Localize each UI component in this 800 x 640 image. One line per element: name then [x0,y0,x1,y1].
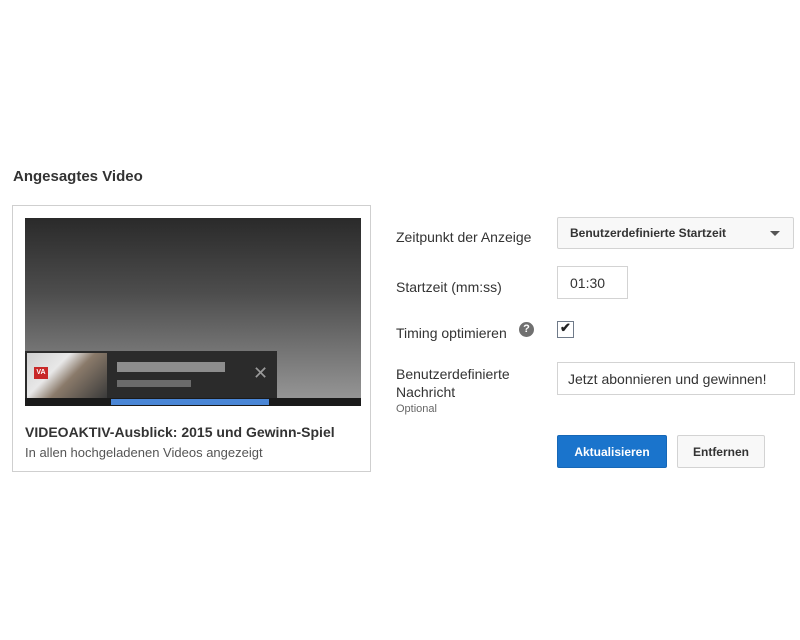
section-title: Angesagtes Video [13,168,143,185]
update-button[interactable]: Aktualisieren [557,435,667,468]
video-preview-card: VA ✕ VIDEOAKTIV-Ausblick: 2015 und Gewin… [12,205,371,472]
chevron-down-icon [770,231,780,236]
featured-video-overlay: VA ✕ [25,351,277,398]
display-time-select[interactable]: Benutzerdefinierte Startzeit [557,217,794,249]
custom-message-label: Benutzerdefinierte Nachricht [396,366,510,400]
video-subtitle: In allen hochgeladenen Videos angezeigt [25,445,263,460]
display-time-label: Zeitpunkt der Anzeige [396,229,532,245]
custom-message-optional: Optional [396,403,437,415]
channel-logo: VA [34,367,48,379]
remove-button[interactable]: Entfernen [677,435,765,468]
video-title: VIDEOAKTIV-Ausblick: 2015 und Gewinn-Spi… [25,424,335,440]
featured-video-page: Angesagtes Video VA ✕ VIDEOAKTIV-Ausblic… [0,0,800,640]
optimize-timing-checkbox[interactable]: ✔ [557,320,574,338]
help-icon[interactable]: ? [519,322,534,337]
start-time-input[interactable] [557,266,628,299]
overlay-thumbnail: VA [27,353,107,398]
display-time-select-value: Benutzerdefinierte Startzeit [570,226,727,240]
checkmark-icon: ✔ [560,320,571,335]
video-progress-bar[interactable] [25,398,361,406]
close-icon[interactable]: ✕ [253,364,268,382]
custom-message-input[interactable] [557,362,795,395]
video-progress-fill [111,399,269,405]
overlay-subtitle-placeholder [117,380,191,387]
video-player-preview: VA ✕ [25,218,361,406]
optimize-timing-label: Timing optimieren [396,325,507,341]
overlay-title-placeholder [117,362,225,372]
start-time-label: Startzeit (mm:ss) [396,279,502,295]
